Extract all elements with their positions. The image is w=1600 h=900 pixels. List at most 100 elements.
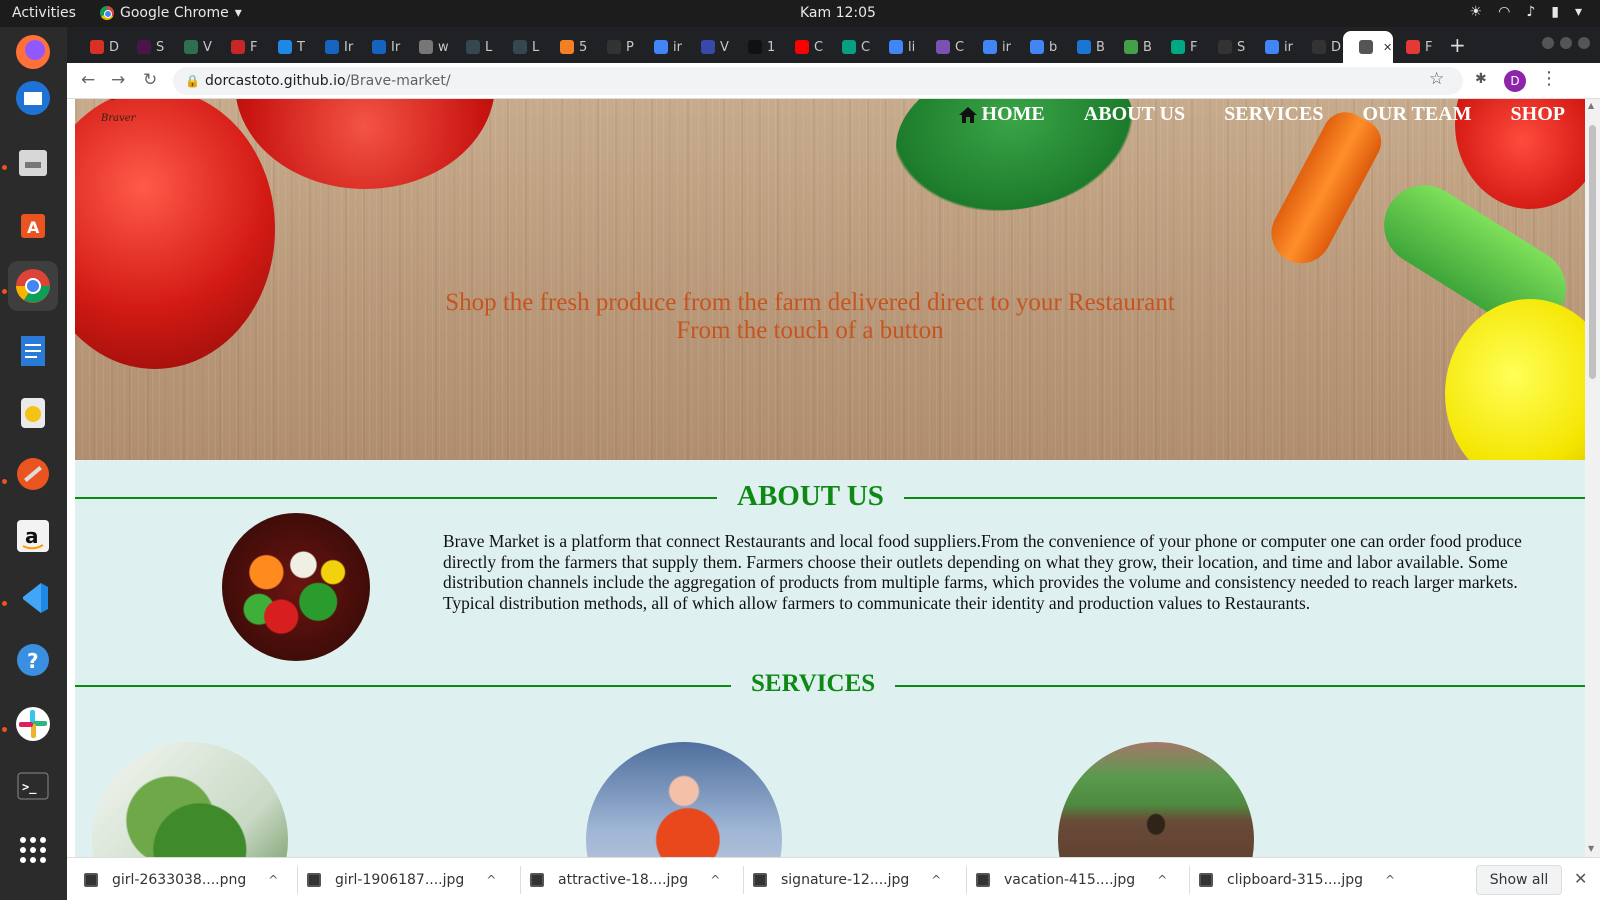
download-item[interactable]: girl-2633038....png ^ <box>84 858 278 900</box>
tab-label: F <box>1425 39 1433 55</box>
downloads-bar: girl-2633038....png ^ girl-1906187....jpg ^… <box>67 857 1600 900</box>
browser-tab[interactable]: 1 <box>732 31 779 63</box>
show-all-button[interactable]: Show all <box>1476 865 1562 895</box>
new-tab-button[interactable]: + <box>1449 33 1466 57</box>
nav-our-team[interactable]: OUR TEAM <box>1362 103 1471 126</box>
address-bar[interactable]: 🔒 dorcastoto.github.io/Brave-market/ <box>173 67 1463 95</box>
activities-button[interactable]: Activities <box>12 5 76 21</box>
thunderbird-icon[interactable] <box>8 73 58 123</box>
dock: A a ? >_ <box>0 27 67 900</box>
download-separator <box>297 866 298 894</box>
browser-tab[interactable]: C <box>920 31 967 63</box>
browser-tab[interactable]: C <box>779 31 826 63</box>
chevron-up-icon[interactable]: ^ <box>1385 873 1395 887</box>
tab-label: F <box>1190 39 1198 55</box>
site-logo[interactable]: Braver <box>83 99 143 139</box>
scroll-up-icon[interactable]: ▲ <box>1588 101 1594 110</box>
browser-tab[interactable]: ir <box>967 31 1014 63</box>
browser-tab[interactable]: D <box>74 31 121 63</box>
tab-label: li <box>908 39 916 55</box>
nav-shop[interactable]: SHOP <box>1511 103 1565 126</box>
browser-tab[interactable]: V <box>685 31 732 63</box>
browser-tab[interactable]: D <box>1296 31 1343 63</box>
browser-tab[interactable]: Ir <box>309 31 356 63</box>
browser-tab[interactable]: B <box>1108 31 1155 63</box>
help-icon[interactable]: ? <box>8 635 58 685</box>
amazon-icon[interactable]: a <box>8 511 58 561</box>
logo-text: Braver <box>101 113 136 124</box>
browser-tab[interactable]: L <box>450 31 497 63</box>
slack-icon[interactable] <box>8 699 58 749</box>
browser-tab[interactable]: F <box>1155 31 1202 63</box>
scroll-down-icon[interactable]: ▼ <box>1588 844 1594 853</box>
browser-tab[interactable]: F <box>1390 31 1437 63</box>
browser-tab[interactable]: V <box>168 31 215 63</box>
terminal-icon[interactable]: >_ <box>8 761 58 811</box>
profile-avatar[interactable]: D <box>1504 70 1526 92</box>
writer-icon[interactable] <box>8 325 58 375</box>
files-icon[interactable] <box>8 137 58 187</box>
reload-icon[interactable]: ↻ <box>143 70 157 90</box>
browser-tab[interactable]: C <box>826 31 873 63</box>
browser-tab[interactable]: T <box>262 31 309 63</box>
window-controls[interactable] <box>1542 37 1590 49</box>
shield-icon <box>1171 40 1185 54</box>
wifi-icon: ◠ <box>1498 4 1511 20</box>
close-icon[interactable]: ✕ <box>1574 869 1587 888</box>
browser-tab[interactable]: ir <box>638 31 685 63</box>
browser-tab[interactable]: Ir <box>356 31 403 63</box>
close-icon[interactable] <box>1578 37 1590 49</box>
browser-tab[interactable]: ir <box>1249 31 1296 63</box>
nav-home[interactable]: HOME <box>959 103 1045 126</box>
minimize-icon[interactable] <box>1542 37 1554 49</box>
tab-label: P <box>626 39 634 55</box>
browser-tab[interactable]: L <box>497 31 544 63</box>
browser-tab[interactable]: P <box>591 31 638 63</box>
maximize-icon[interactable] <box>1560 37 1572 49</box>
google-icon <box>1030 40 1044 54</box>
show-apps-icon[interactable] <box>8 825 58 875</box>
chevron-up-icon[interactable]: ^ <box>931 873 941 887</box>
system-tray[interactable]: ☀ ◠ ♪ ▮ ▾ <box>1470 4 1582 20</box>
chevron-up-icon[interactable]: ^ <box>486 873 496 887</box>
app-menu[interactable]: Google Chrome ▾ <box>100 5 242 21</box>
browser-tab[interactable]: F <box>215 31 262 63</box>
browser-tab[interactable]: ✕ <box>1343 31 1393 63</box>
wix-icon <box>748 40 762 54</box>
system-top-bar: Activities Google Chrome ▾ Kam 12:05 ☀ ◠… <box>0 0 1600 27</box>
back-icon[interactable]: ← <box>81 70 95 90</box>
chevron-up-icon[interactable]: ^ <box>710 873 720 887</box>
software-center-icon[interactable]: A <box>8 199 58 249</box>
rhythmbox-icon[interactable] <box>8 387 58 437</box>
download-item[interactable]: signature-12....jpg ^ <box>753 858 941 900</box>
browser-tab[interactable]: 5 <box>544 31 591 63</box>
browser-tab[interactable]: b <box>1014 31 1061 63</box>
about-paragraph: Brave Market is a platform that connect … <box>443 531 1522 613</box>
youtube-icon <box>795 40 809 54</box>
clock[interactable]: Kam 12:05 <box>800 5 876 21</box>
chevron-up-icon[interactable]: ^ <box>268 873 278 887</box>
browser-tab[interactable]: li <box>873 31 920 63</box>
browser-tab[interactable]: B <box>1061 31 1108 63</box>
chevron-up-icon[interactable]: ^ <box>1157 873 1167 887</box>
menu-icon[interactable]: ⋮ <box>1540 68 1558 89</box>
browser-tab[interactable]: S <box>1202 31 1249 63</box>
page-scrollbar[interactable]: ▲ ▼ <box>1585 99 1600 857</box>
download-item[interactable]: vacation-415....jpg ^ <box>976 858 1167 900</box>
download-item[interactable]: clipboard-315....jpg ^ <box>1199 858 1395 900</box>
download-item[interactable]: attractive-18....jpg ^ <box>530 858 720 900</box>
scroll-thumb[interactable] <box>1589 125 1596 379</box>
bookmark-star-icon[interactable]: ☆ <box>1429 69 1444 89</box>
chrome-icon[interactable] <box>8 261 58 311</box>
firefox-icon[interactable] <box>8 27 58 77</box>
download-item[interactable]: girl-1906187....jpg ^ <box>307 858 496 900</box>
vscode-icon[interactable] <box>8 573 58 623</box>
nav-about-us[interactable]: ABOUT US <box>1084 103 1185 126</box>
nav-services[interactable]: SERVICES <box>1224 103 1323 126</box>
extensions-icon[interactable]: ✱ <box>1475 71 1487 87</box>
browser-tab[interactable]: w <box>403 31 450 63</box>
chevron-down-icon: ▾ <box>1574 4 1582 20</box>
forward-icon[interactable]: → <box>111 70 125 90</box>
tools-icon[interactable] <box>8 449 58 499</box>
browser-tab[interactable]: S <box>121 31 168 63</box>
